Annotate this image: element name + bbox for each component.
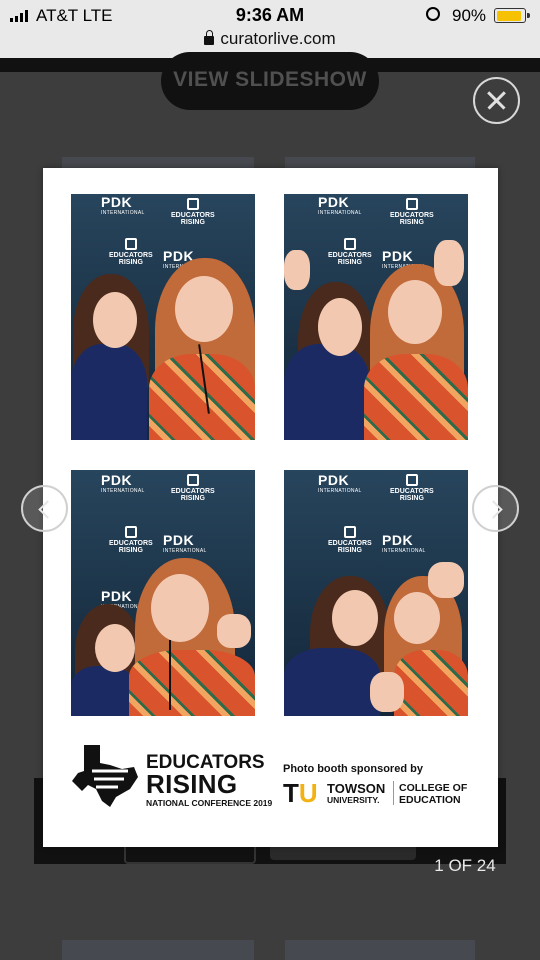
towson-university-logo: TU TOWSON UNIVERSITY. COLLEGE OF EDUCATIO… [283,780,483,810]
pdk-logo: PDKINTERNATIONAL [101,194,145,216]
battery-percent: 90% [452,6,487,25]
pdk-logo: PDKINTERNATIONAL [382,532,426,554]
background-thumbnail [285,940,475,960]
photo-frame-3: PDK INTERNATIONAL PDK INTERNATIONAL PDK INT… [71,470,255,716]
educators-rising-logo: EDUCATORS RISING [390,474,434,502]
tu-monogram: TU [283,778,318,808]
pdk-logo: PDKINTERNATIONAL [101,472,145,494]
url-text: curatorlive.com [220,29,336,48]
educators-rising-logo: EDUCATORS RISING [390,198,434,226]
chevron-right-icon[interactable] [472,485,519,532]
photo-strip-card: PDKINTERNATIONAL PDKINTERNATIONAL EDUCAT… [43,168,498,847]
photo-frame-1: PDKINTERNATIONAL PDKINTERNATIONAL EDUCAT… [71,194,255,440]
chevron-left-icon[interactable] [21,485,68,532]
logo-divider [393,781,394,805]
university-name: TOWSON [327,781,386,796]
address-bar[interactable]: curatorlive.com [0,29,540,49]
educators-rising-logo: EDUCATORS RISING [328,526,372,554]
educators-rising-logo: EDUCATORS RISING [328,238,372,266]
photo-frame-2: PDKINTERNATIONAL PDKINTERNATIONAL EDUCAT… [284,194,468,440]
college-name: COLLEGE OF EDUCATION [399,782,468,806]
status-bar: AT&T LTE 9:36 AM 90% curatorlive.com [0,0,540,58]
view-slideshow-button[interactable]: VIEW SLIDESHOW [161,52,379,110]
rotation-lock-icon [426,7,440,21]
texas-logo-icon [72,745,138,807]
educators-rising-logo: EDUCATORS RISING [109,238,153,266]
pdk-logo: PDKINTERNATIONAL [318,472,362,494]
close-icon[interactable] [473,77,520,124]
padlock-icon [204,30,215,45]
background-thumbnail [62,940,254,960]
pdk-logo: PDKINTERNATIONAL [318,194,362,216]
sponsor-label: Photo booth sponsored by [283,763,423,775]
photo-frame-4: PDK INTERNATIONAL PDK INTERNATIONAL EDUCAT… [284,470,468,716]
educators-rising-logo: EDUCATORS RISING [109,526,153,554]
pdk-logo: PDKINTERNATIONAL [163,532,207,554]
educators-rising-logo: EDUCATORS RISING [171,198,215,226]
educators-rising-branding: EDUCATORS RISING NATIONAL CONFERENCE 201… [70,743,272,809]
university-sub: UNIVERSITY. [327,795,380,805]
branding-line3: NATIONAL CONFERENCE 2019 [146,798,273,808]
battery-icon [494,8,530,23]
educators-rising-logo: EDUCATORS RISING [171,474,215,502]
slide-counter: 1 OF 24 [434,856,496,875]
branding-line2: RISING [146,769,238,799]
